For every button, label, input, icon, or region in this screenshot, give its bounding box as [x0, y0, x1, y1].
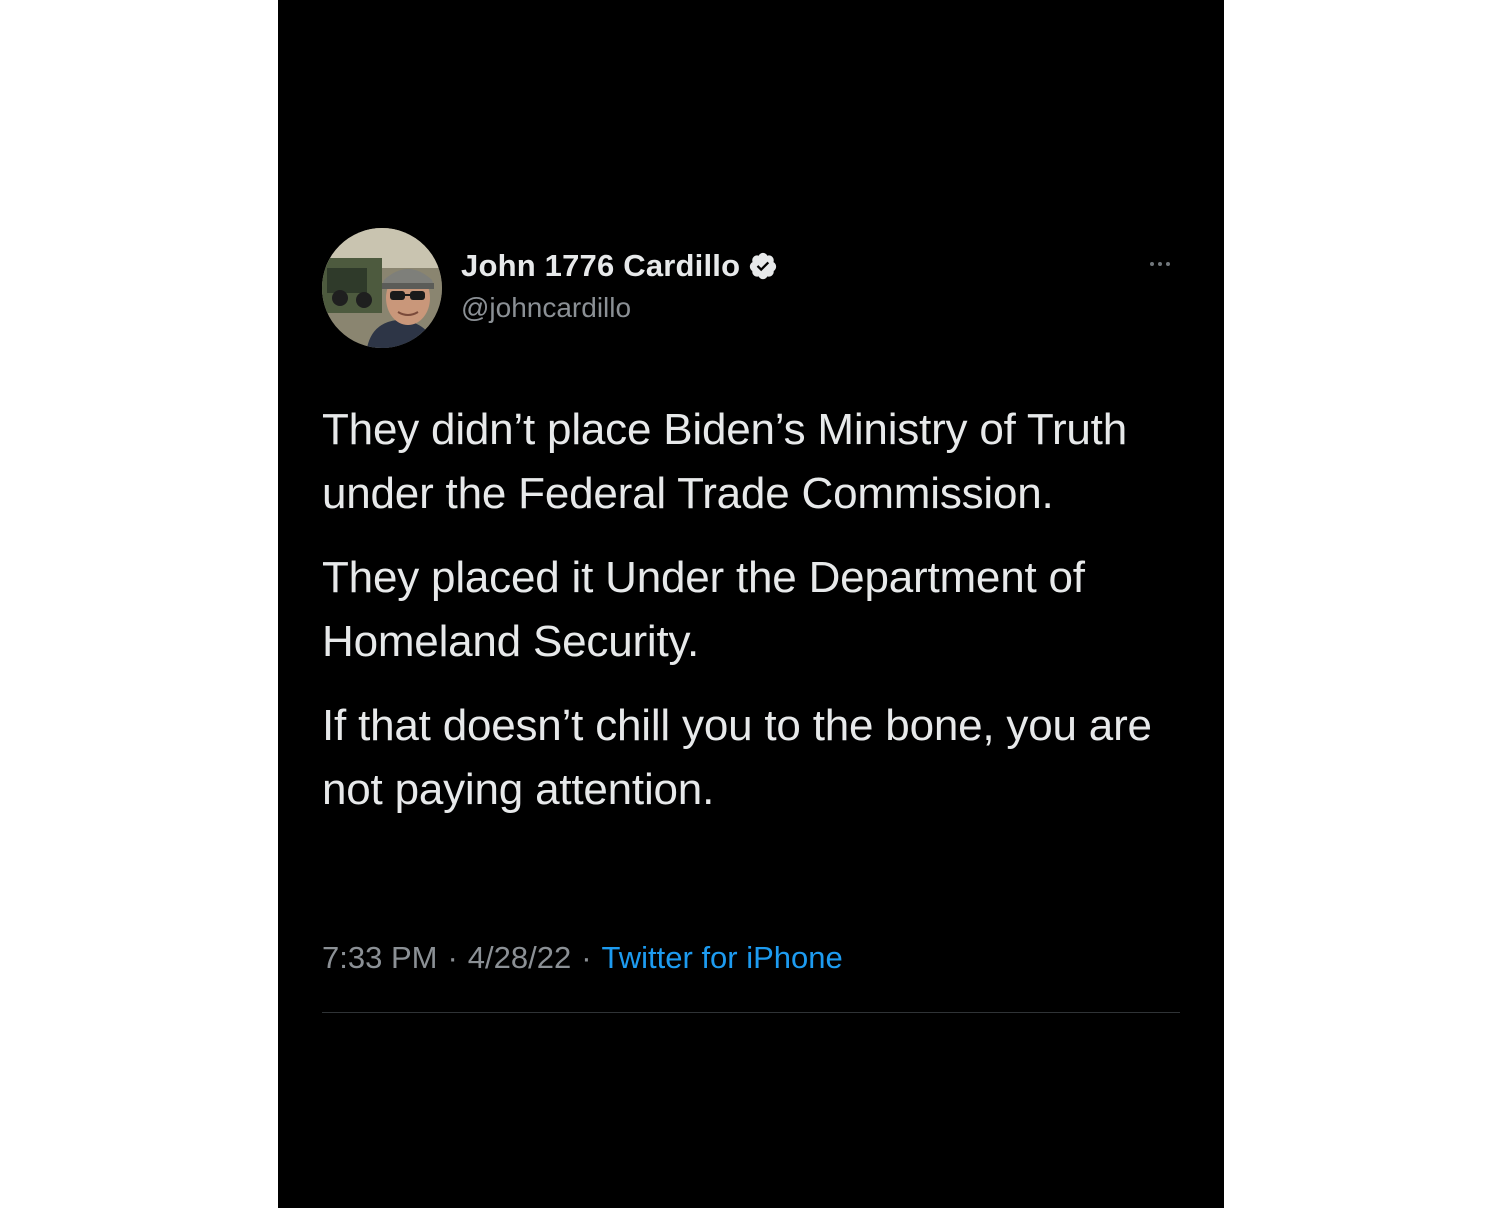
tweet-meta: 7:33 PM · 4/28/22 · Twitter for iPhone — [322, 940, 843, 976]
author-name-row: John 1776 Cardillo — [461, 246, 778, 286]
more-dot — [1158, 262, 1162, 266]
tweet-time[interactable]: 7:33 PM — [322, 940, 437, 976]
tweet-text: They didn’t place Biden’s Ministry of Tr… — [322, 398, 1182, 842]
tweet-screen: John 1776 Cardillo @johncardillo They di… — [278, 0, 1224, 1208]
tweet-paragraph-2: They placed it Under the Department of H… — [322, 553, 1085, 666]
meta-separator: · — [581, 940, 592, 975]
avatar-image — [322, 228, 442, 348]
tweet-date[interactable]: 4/28/22 — [468, 940, 571, 976]
page: John 1776 Cardillo @johncardillo They di… — [0, 0, 1508, 1208]
author-display-name[interactable]: John 1776 Cardillo — [461, 248, 740, 284]
avatar[interactable] — [322, 228, 442, 348]
divider — [322, 1012, 1180, 1013]
tweet-source-link[interactable]: Twitter for iPhone — [602, 940, 843, 976]
meta-separator: · — [447, 940, 458, 975]
more-options-icon[interactable] — [1140, 252, 1180, 276]
author-handle[interactable]: @johncardillo — [461, 292, 631, 324]
tweet-paragraph-3: If that doesn’t chill you to the bone, y… — [322, 701, 1152, 814]
tweet-paragraph-1: They didn’t place Biden’s Ministry of Tr… — [322, 405, 1127, 518]
more-dot — [1150, 262, 1154, 266]
verified-badge-icon — [748, 251, 778, 281]
more-dot — [1166, 262, 1170, 266]
